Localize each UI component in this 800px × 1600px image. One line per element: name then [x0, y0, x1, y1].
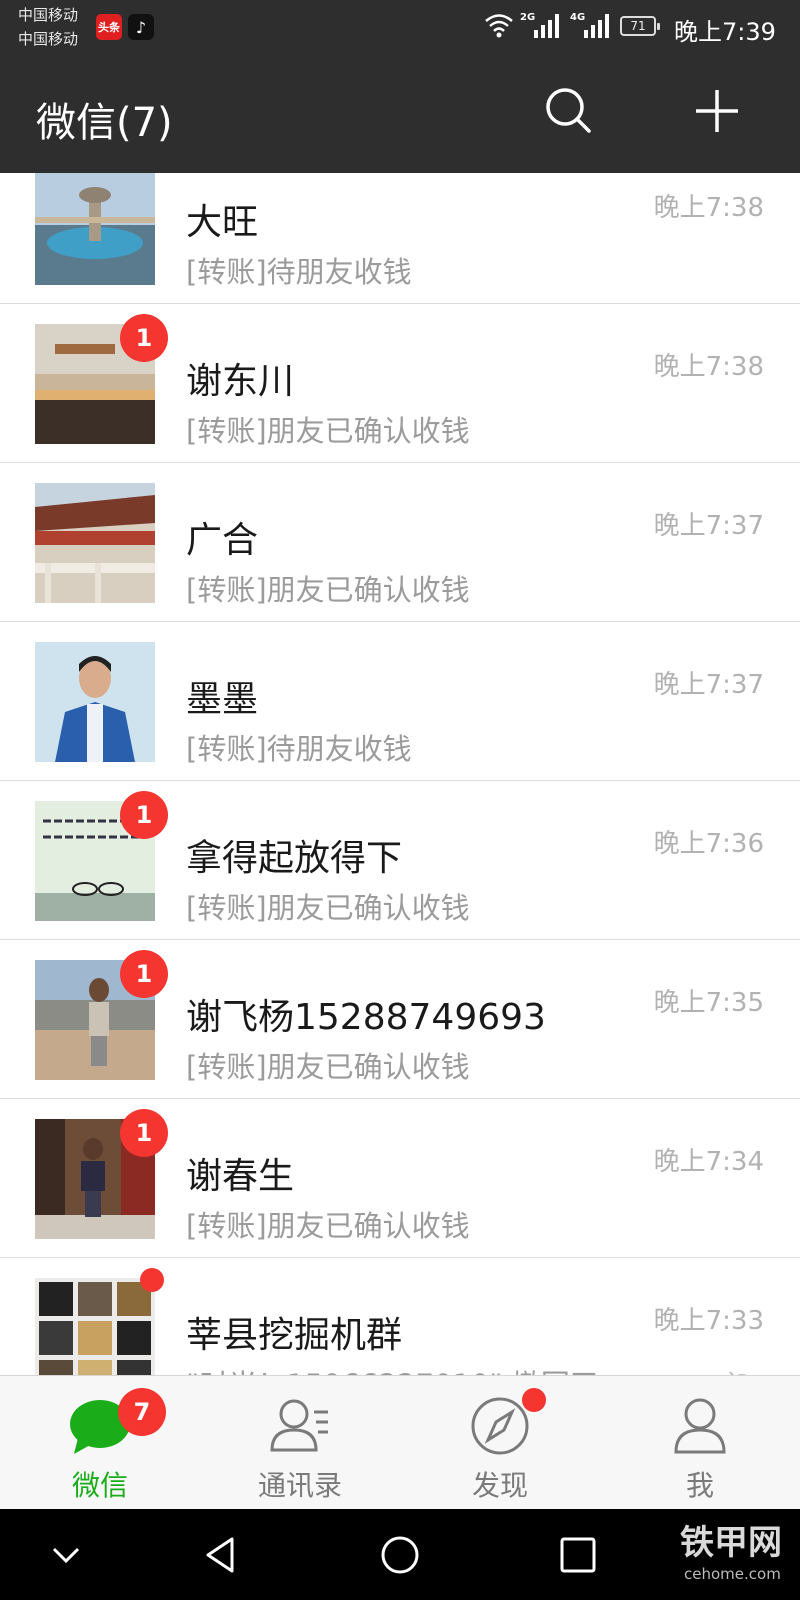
unread-badge: 1 [120, 314, 168, 362]
status-clock: 晚上7:39 [674, 18, 776, 46]
tab-chats[interactable]: 7 微信 [0, 1376, 200, 1510]
avatar[interactable] [35, 642, 155, 762]
chevron-down-icon[interactable] [42, 1531, 90, 1579]
chat-name: 大旺 [186, 202, 259, 243]
tab-contacts[interactable]: 通讯录 [200, 1376, 400, 1510]
chat-row[interactable]: 莘县挖掘机群 "时光！15966227010" 撤回了 晚上7:33 [0, 1258, 800, 1375]
chat-row[interactable]: 1 谢春生 [转账]朋友已确认收钱 晚上7:34 [0, 1099, 800, 1258]
chat-row[interactable]: 墨墨 [转账]待朋友收钱 晚上7:37 [0, 622, 800, 781]
chat-preview: [转账]朋友已确认收钱 [186, 414, 470, 448]
mute-bell-icon [726, 1371, 747, 1375]
chat-time: 晚上7:37 [653, 670, 764, 700]
chat-time: 晚上7:33 [653, 1306, 764, 1336]
wifi-icon [485, 14, 513, 38]
tab-me[interactable]: 我 [600, 1376, 800, 1510]
signal-strength-icon [584, 14, 609, 38]
chat-time: 晚上7:36 [653, 829, 764, 859]
tab-badge: 7 [118, 1388, 166, 1436]
bottom-tab-bar: 7 微信 通讯录 发现 我 [0, 1375, 800, 1509]
chat-row[interactable]: 1 谢东川 [转账]朋友已确认收钱 晚上7:38 [0, 304, 800, 463]
back-icon[interactable] [198, 1531, 246, 1579]
chat-time: 晚上7:34 [653, 1147, 764, 1177]
chat-preview: [转账]待朋友收钱 [186, 255, 412, 289]
unread-badge: 1 [120, 1109, 168, 1157]
add-button[interactable] [690, 84, 744, 138]
contacts-icon [270, 1399, 328, 1452]
chat-row[interactable]: 1 拿得起放得下 [转账]朋友已确认收钱 晚上7:36 [0, 781, 800, 940]
tab-label: 通讯录 [257, 1469, 342, 1502]
chat-preview: "时光！15966227010" 撤回了 [186, 1362, 599, 1375]
chat-name: 拿得起放得下 [186, 838, 403, 879]
app-header: 微信(7) [0, 56, 800, 173]
chat-preview: [转账]朋友已确认收钱 [186, 1050, 470, 1084]
unread-dot [140, 1268, 164, 1292]
chat-list[interactable]: 大旺 [转账]待朋友收钱 晚上7:38 1 谢东川 [转账]朋友已确认收钱 晚上… [0, 173, 800, 1375]
watermark-url: cehome.com [684, 1565, 781, 1583]
chat-name: 墨墨 [186, 679, 259, 720]
chat-time: 晚上7:37 [653, 511, 764, 541]
unread-badge: 1 [120, 950, 168, 998]
chat-preview: [转账]朋友已确认收钱 [186, 1209, 470, 1243]
group-avatar[interactable] [35, 1278, 155, 1375]
tab-label: 我 [685, 1469, 714, 1502]
chat-row[interactable]: 大旺 [转账]待朋友收钱 晚上7:38 [0, 173, 800, 304]
unread-badge: 1 [120, 791, 168, 839]
avatar[interactable] [35, 173, 155, 285]
chat-preview: [转账]朋友已确认收钱 [186, 573, 470, 607]
chat-preview: [转账]待朋友收钱 [186, 732, 412, 766]
plus-icon [696, 90, 738, 132]
chat-time: 晚上7:38 [653, 352, 764, 382]
person-icon [674, 1398, 726, 1454]
chat-name: 莘县挖掘机群 [186, 1315, 403, 1356]
search-button[interactable] [542, 84, 596, 138]
search-icon [546, 88, 591, 133]
chat-row[interactable]: 1 谢飞杨15288749693 [转账]朋友已确认收钱 晚上7:35 [0, 940, 800, 1099]
battery-icon: 71 [620, 16, 660, 36]
watermark-logo: 铁甲网 [680, 1523, 782, 1563]
home-icon[interactable] [376, 1531, 424, 1579]
page-title: 微信(7) [36, 100, 173, 146]
chat-name: 谢东川 [186, 361, 295, 402]
status-bar: 中国移动 中国移动 头条 ♪ 2G 4G 71 晚上7:39 [0, 0, 800, 56]
chat-row[interactable]: 广合 [转账]朋友已确认收钱 晚上7:37 [0, 463, 800, 622]
tab-label: 微信 [71, 1469, 128, 1502]
carrier-label-1: 中国移动 [18, 6, 79, 24]
tab-label: 发现 [471, 1469, 528, 1502]
toutiao-app-icon: 头条 [96, 14, 122, 40]
signal-strength-icon [534, 14, 559, 38]
tab-discover[interactable]: 发现 [400, 1376, 600, 1510]
chat-name: 谢飞杨15288749693 [186, 997, 546, 1038]
system-nav-bar: 铁甲网 cehome.com [0, 1509, 800, 1600]
carrier-label-2: 中国移动 [18, 30, 79, 48]
chat-name: 广合 [186, 520, 259, 561]
avatar[interactable] [35, 483, 155, 603]
chat-preview: [转账]朋友已确认收钱 [186, 891, 470, 925]
chat-name: 谢春生 [186, 1156, 295, 1197]
chat-time: 晚上7:38 [653, 193, 764, 223]
chat-time: 晚上7:35 [653, 988, 764, 1018]
tiktok-icon: ♪ [128, 14, 154, 40]
new-discover-dot [522, 1388, 546, 1412]
recents-icon[interactable] [554, 1531, 602, 1579]
